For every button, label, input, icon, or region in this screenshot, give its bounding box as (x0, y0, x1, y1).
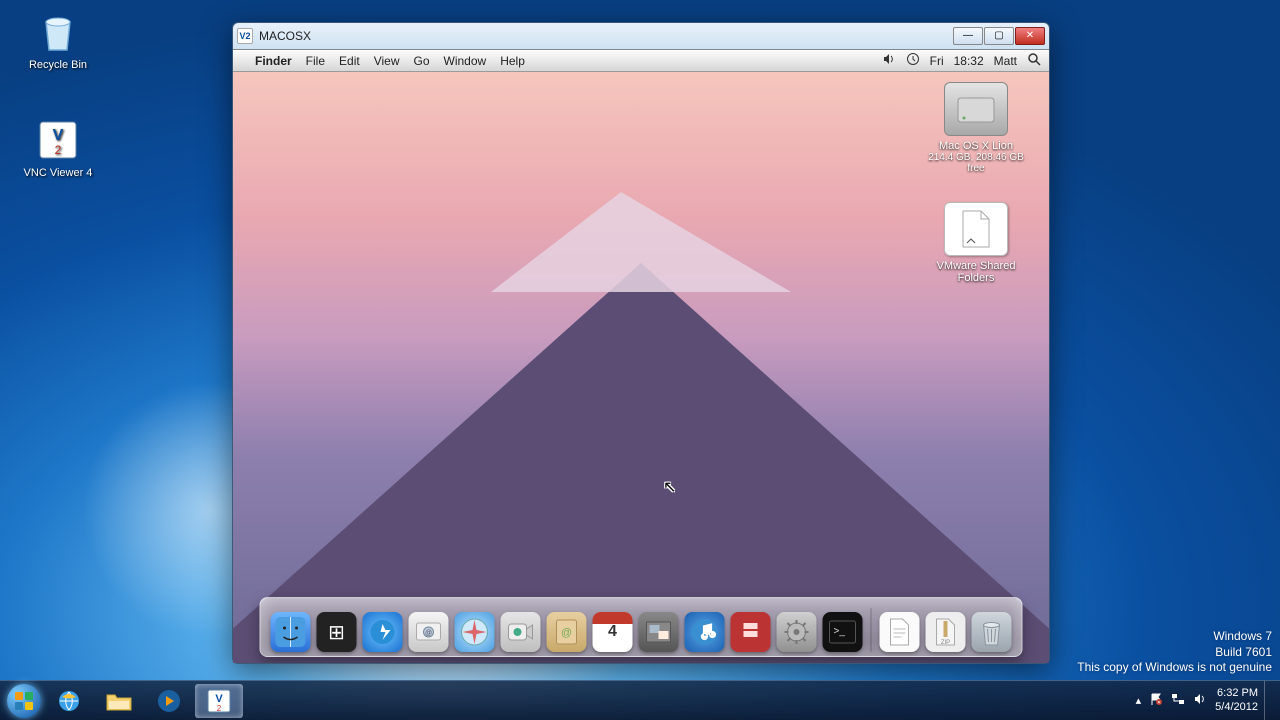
volume-icon[interactable] (882, 52, 896, 69)
tray-volume-icon[interactable] (1193, 692, 1207, 709)
vnc-viewer-label: VNC Viewer 4 (20, 167, 96, 179)
svg-text:>_: >_ (834, 626, 846, 637)
spotlight-icon[interactable] (1027, 52, 1041, 69)
mountain-cap (491, 192, 791, 292)
taskbar-wmp-icon[interactable] (145, 684, 193, 718)
svg-text:✕: ✕ (1157, 700, 1161, 706)
dock-trash-icon[interactable] (972, 612, 1012, 652)
tray-network-icon[interactable] (1171, 692, 1185, 709)
dock-mail-icon[interactable]: @ (409, 612, 449, 652)
vnc-app-icon: V2 (34, 116, 82, 164)
watermark-line3: This copy of Windows is not genuine (1077, 660, 1272, 676)
watermark-line2: Build 7601 (1077, 645, 1272, 661)
mac-wallpaper[interactable]: ↖ Mac OS X Lion 214.4 GB, 208.46 GB free… (233, 72, 1049, 663)
mac-app-menu[interactable]: Finder (255, 54, 292, 68)
mac-hd-label: Mac OS X Lion (921, 140, 1031, 152)
windows-desktop: Recycle Bin V2 VNC Viewer 4 Windows 7 Bu… (0, 0, 1280, 720)
dock-preview-icon[interactable] (639, 612, 679, 652)
vnc-window-title: MACOSX (259, 29, 953, 43)
taskbar-explorer-icon[interactable] (95, 684, 143, 718)
close-button[interactable]: ✕ (1015, 27, 1045, 45)
vnc-titlebar[interactable]: V2 MACOSX — ▢ ✕ (233, 23, 1049, 49)
dock-itunes-icon[interactable] (685, 612, 725, 652)
dock-addressbook-icon[interactable]: @ (547, 612, 587, 652)
mac-desktop: Finder File Edit View Go Window Help Fri… (233, 49, 1049, 663)
mac-hd-icon[interactable]: Mac OS X Lion 214.4 GB, 208.46 GB free (921, 82, 1031, 174)
dock-separator (871, 608, 872, 652)
vnc-viewer-icon[interactable]: V2 VNC Viewer 4 (20, 116, 96, 179)
vnc-window: V2 MACOSX — ▢ ✕ Finder File Edit View Go… (232, 22, 1050, 664)
taskbar-date: 5/4/2012 (1215, 701, 1258, 714)
taskbar-ie-icon[interactable] (45, 684, 93, 718)
dock-safari-icon[interactable] (455, 612, 495, 652)
minimize-button[interactable]: — (953, 27, 983, 45)
mac-clock-time: 18:32 (954, 54, 984, 68)
recycle-bin-icon[interactable]: Recycle Bin (20, 8, 96, 71)
tray-up-icon[interactable]: ▴ (1136, 694, 1142, 707)
mac-dock: ⊞ @ @ (260, 597, 1023, 657)
dock-ical-icon[interactable]: 4 (593, 612, 633, 652)
dock-photobooth-icon[interactable] (731, 612, 771, 652)
svg-text:2: 2 (55, 143, 62, 157)
vmware-shared-folders-icon[interactable]: VMware Shared Folders (921, 202, 1031, 284)
mac-menu-go[interactable]: Go (414, 54, 430, 68)
mac-menu-view[interactable]: View (374, 54, 400, 68)
svg-text:@: @ (561, 627, 572, 639)
mac-clock-day: Fri (930, 54, 944, 68)
mac-hd-sublabel: 214.4 GB, 208.46 GB free (921, 152, 1031, 174)
taskbar-time: 6:32 PM (1215, 687, 1258, 700)
dock-doc-icon[interactable] (880, 612, 920, 652)
windows-taskbar: V2 ▴ ✕ 6:32 PM 5/4/2012 (0, 680, 1280, 720)
dock-archive-icon[interactable]: ZIP (926, 612, 966, 652)
mac-menu-file[interactable]: File (306, 54, 325, 68)
time-machine-icon[interactable] (906, 52, 920, 69)
maximize-button[interactable]: ▢ (984, 27, 1014, 45)
document-icon (944, 202, 1008, 256)
mac-menubar: Finder File Edit View Go Window Help Fri… (233, 50, 1049, 72)
dock-facetime-icon[interactable] (501, 612, 541, 652)
window-controls: — ▢ ✕ (953, 27, 1045, 45)
dock-dashboard-icon[interactable]: ⊞ (317, 612, 357, 652)
mac-menu-help[interactable]: Help (500, 54, 525, 68)
svg-text:@: @ (425, 630, 432, 637)
mac-menu-edit[interactable]: Edit (339, 54, 360, 68)
mac-user-menu[interactable]: Matt (994, 54, 1017, 68)
hard-disk-icon (944, 82, 1008, 136)
svg-text:V: V (53, 127, 64, 144)
tray-flag-icon[interactable]: ✕ (1149, 692, 1163, 709)
dock-finder-icon[interactable] (271, 612, 311, 652)
mac-menu-window[interactable]: Window (444, 54, 487, 68)
ical-day-label: 4 (608, 623, 617, 641)
dock-appstore-icon[interactable] (363, 612, 403, 652)
vnc-titlebar-icon: V2 (237, 28, 253, 44)
svg-text:ZIP: ZIP (941, 640, 950, 646)
show-desktop-button[interactable] (1264, 681, 1276, 720)
dock-terminal-icon[interactable]: >_ (823, 612, 863, 652)
trash-icon (34, 8, 82, 56)
taskbar-vnc-button[interactable]: V2 (195, 684, 243, 718)
windows-watermark: Windows 7 Build 7601 This copy of Window… (1077, 629, 1272, 676)
system-tray: ▴ ✕ 6:32 PM 5/4/2012 (1130, 687, 1264, 713)
taskbar-clock[interactable]: 6:32 PM 5/4/2012 (1215, 687, 1258, 713)
recycle-bin-label: Recycle Bin (20, 59, 96, 71)
svg-text:2: 2 (217, 704, 222, 713)
start-button[interactable] (4, 681, 44, 720)
dock-sysprefs-icon[interactable] (777, 612, 817, 652)
vmware-shared-label: VMware Shared Folders (921, 260, 1031, 284)
watermark-line1: Windows 7 (1077, 629, 1272, 645)
